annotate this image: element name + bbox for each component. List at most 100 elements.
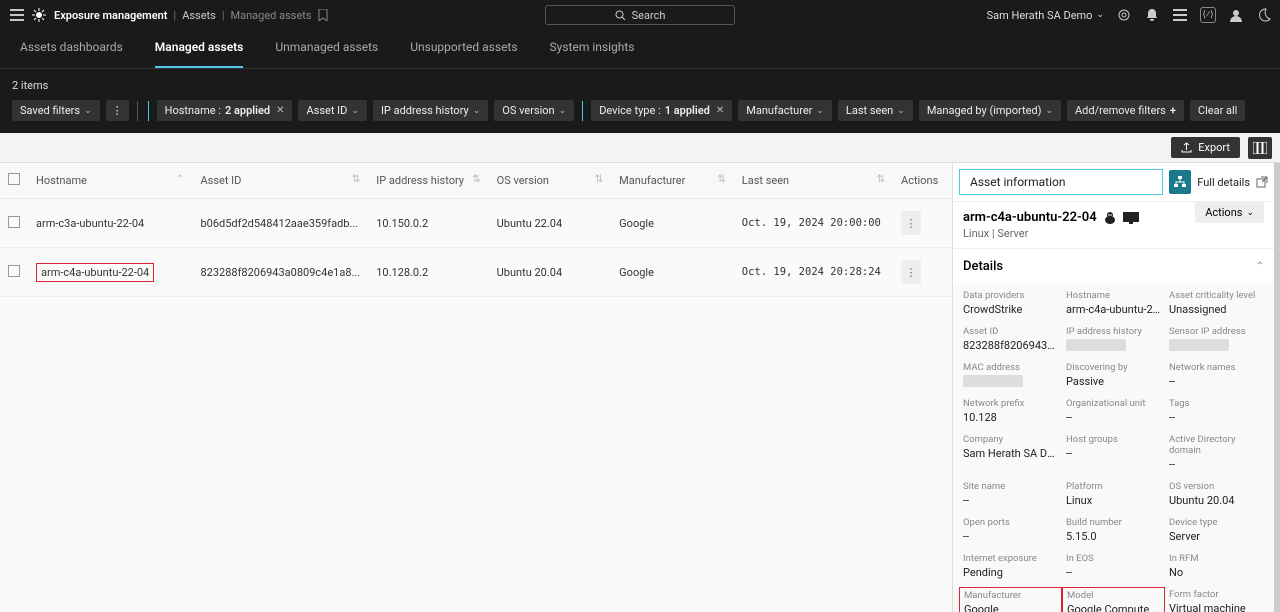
tab-assets-dashboards[interactable]: Assets dashboards [20,40,123,68]
detail-build-number: Build number5.15.0 [1066,517,1161,543]
search-placeholder: Search [632,9,666,22]
list-icon[interactable] [1172,7,1188,23]
filter-hostname-[interactable]: Hostname : 2 applied ✕ [157,100,293,121]
panel-header-chip[interactable]: Asset information [959,169,1163,195]
full-details-link[interactable]: Full details [1197,176,1250,189]
actions-button[interactable]: Actions⌄ [1195,202,1264,223]
filter-os-version[interactable]: OS version ⌄ [494,100,574,121]
cell-last-seen: Oct. 19, 2024 20:00:00 [734,199,893,248]
top-bar: Exposure management | Assets | Managed a… [0,0,1280,30]
asset-title: arm-c4a-ubuntu-22-04 [953,202,1149,227]
detail-open-ports: Open ports-- [963,517,1058,543]
filter-asset-id[interactable]: Asset ID ⌄ [298,100,366,121]
detail-form-factor: Form factorVirtual machine [1169,589,1264,612]
bell-icon[interactable] [1144,7,1160,23]
col-manufacturer[interactable]: Manufacturer⇅ [611,163,734,199]
asset-subtitle: Linux | Server [953,227,1149,248]
detail-in-rfm: In RFMNo [1169,553,1264,579]
detail-tags: Tags-- [1169,398,1264,424]
filter-last-seen[interactable]: Last seen ⌄ [838,100,913,121]
monitor-icon [1123,212,1139,224]
detail-data-providers: Data providersCrowdStrike [963,290,1058,316]
filter-kebab[interactable]: ⋮ [106,100,129,121]
select-all-checkbox[interactable] [8,173,20,185]
logo-icon [32,8,46,22]
menu-icon[interactable] [8,6,26,24]
theme-icon[interactable] [1256,7,1272,23]
scrollbar[interactable] [1274,163,1280,612]
asset-detail-panel: Asset information Full details arm-c4a-u… [952,163,1274,612]
detail-company: CompanySam Herath SA Demo [963,434,1058,471]
row-checkbox[interactable] [8,216,20,228]
detail-discovering-by: Discovering byPassive [1066,362,1161,388]
cell-hostname: arm-c3a-ubuntu-22-04 [28,199,192,248]
target-icon[interactable] [1116,7,1132,23]
asset-table: Hostname⌃Asset ID⇅IP address history⇅OS … [0,163,952,612]
cell-ip: 10.128.0.2 [368,248,488,297]
cell-mfr: Google [611,248,734,297]
detail-os-version: OS versionUbuntu 20.04 [1169,481,1264,507]
saved-filters-chip[interactable]: Saved filters ⌄ [12,100,100,121]
col-actions[interactable]: Actions [893,163,952,199]
col-last-seen[interactable]: Last seen⇅ [734,163,893,199]
app-icon[interactable]: ⟨⁄⟩ [1200,7,1216,23]
details-section-header[interactable]: Details ⌃ [953,249,1274,284]
detail-host-groups: Host groups-- [1066,434,1161,471]
cell-mfr: Google [611,199,734,248]
user-icon[interactable] [1228,7,1244,23]
detail-network-prefix: Network prefix10.128 [963,398,1058,424]
cell-os: Ubuntu 20.04 [489,248,612,297]
detail-network-names: Network names-- [1169,362,1264,388]
filter-manufacturer[interactable]: Manufacturer ⌄ [738,100,832,121]
row-checkbox[interactable] [8,265,20,277]
table-row[interactable]: arm-c3a-ubuntu-22-04b06d5df2d548412aae35… [0,199,952,248]
detail-asset-id: Asset ID823288f8206943a080... [963,326,1058,352]
detail-asset-criticality-level: Asset criticality levelUnassigned [1169,290,1264,316]
detail-manufacturer: ManufacturerGoogle [959,587,1062,612]
popout-icon[interactable] [1256,176,1268,188]
col-ip-address-history[interactable]: IP address history⇅ [368,163,488,199]
table-toolbar: Export [0,133,1280,163]
breadcrumb-managed[interactable]: Managed assets [231,9,312,22]
clear-all-filters[interactable]: Clear all [1190,100,1245,121]
row-actions-menu[interactable]: ⋮ [901,211,921,235]
filter-ip-address-history[interactable]: IP address history ⌄ [373,100,488,121]
filter-device-type-[interactable]: Device type : 1 applied ✕ [591,100,732,121]
export-icon [1181,142,1192,153]
bookmark-icon[interactable] [318,9,328,21]
chevron-up-icon: ⌃ [1256,261,1264,272]
tab-system-insights[interactable]: System insights [550,40,635,68]
tab-managed-assets[interactable]: Managed assets [155,40,244,68]
col-os-version[interactable]: OS version⇅ [489,163,612,199]
tab-unmanaged-assets[interactable]: Unmanaged assets [275,40,378,68]
filter-managed-by-imported-[interactable]: Managed by (imported) ⌄ [919,100,1061,121]
columns-button[interactable] [1248,137,1272,159]
search-icon [615,10,626,21]
breadcrumb-assets[interactable]: Assets [182,9,216,22]
tenant-switcher[interactable]: Sam Herath SA Demo ⌄ [987,9,1104,22]
detail-site-name: Site name-- [963,481,1058,507]
detail-ip-address-history: IP address history [1066,326,1161,352]
tab-unsupported-assets[interactable]: Unsupported assets [410,40,517,68]
detail-sensor-ip-address: Sensor IP address [1169,326,1264,352]
detail-active-directory-domain: Active Directory domain-- [1169,434,1264,471]
item-count: 2 items [12,79,1268,92]
detail-internet-exposure: Internet exposurePending [963,553,1058,579]
col-asset-id[interactable]: Asset ID⇅ [192,163,368,199]
detail-in-eos: In EOS-- [1066,553,1161,579]
sub-tabs: Assets dashboards Managed assets Unmanaged… [0,30,1280,69]
cell-asset_id: 823288f8206943a0809c4e1a8... [192,248,368,297]
hierarchy-icon[interactable] [1169,170,1191,194]
add-remove-filters[interactable]: Add/remove filters + [1067,100,1184,121]
cell-os: Ubuntu 22.04 [489,199,612,248]
table-row[interactable]: arm-c4a-ubuntu-22-04823288f8206943a0809c… [0,248,952,297]
detail-platform: PlatformLinux [1066,481,1161,507]
row-actions-menu[interactable]: ⋮ [901,260,921,284]
col-hostname[interactable]: Hostname⌃ [28,163,192,199]
breadcrumb-app[interactable]: Exposure management [54,9,168,22]
linux-icon [1103,211,1117,225]
global-search[interactable]: Search [545,5,735,25]
filter-area: 2 items Saved filters ⌄ ⋮ Hostname : 2 app… [0,69,1280,133]
export-button[interactable]: Export [1171,137,1240,158]
detail-mac-address: MAC address [963,362,1058,388]
